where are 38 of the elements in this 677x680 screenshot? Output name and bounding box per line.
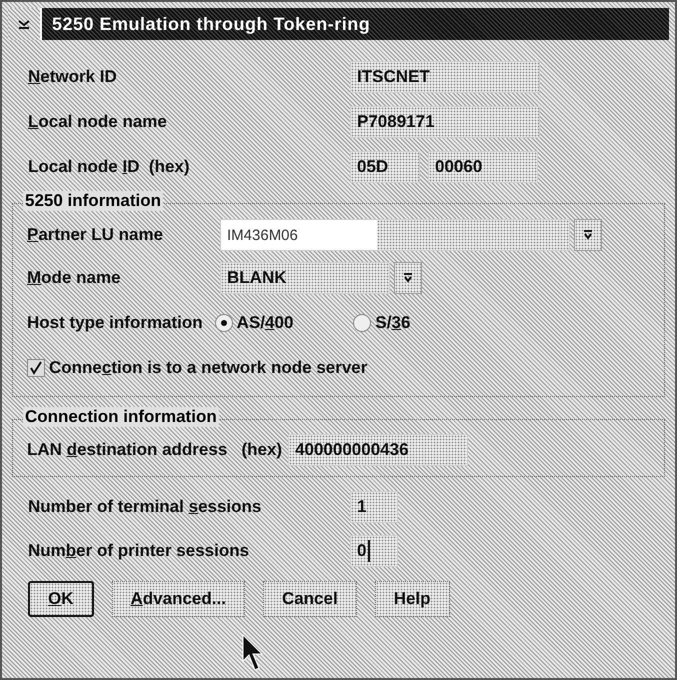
field-label: LAN destination address (hex)	[27, 440, 282, 460]
mouse-pointer-icon	[242, 634, 266, 672]
field-label: Number of printer sessions	[28, 541, 250, 561]
dropdown-arrow-icon	[403, 272, 413, 284]
dropdown-arrow-icon	[583, 229, 593, 241]
field-label: Partner LU name	[27, 225, 164, 245]
input-field[interactable]: 400000000436	[288, 434, 468, 466]
radio-label: AS/400	[236, 313, 294, 333]
field-label: Mode name	[27, 268, 122, 288]
field-label: Local node name	[28, 112, 168, 132]
input-field[interactable]: ITSCNET	[350, 60, 540, 92]
group-title: 5250 information	[23, 191, 164, 211]
menu-icon	[18, 19, 30, 29]
field-label: Network ID	[28, 66, 118, 86]
combo-field[interactable]: IM436M06	[220, 219, 570, 251]
field-label: Host type information	[27, 313, 203, 333]
radio-label: S/36	[375, 313, 410, 333]
checkbox[interactable]	[27, 359, 45, 377]
radio-button[interactable]	[353, 314, 372, 332]
input-field[interactable]: 1	[350, 491, 398, 523]
checkbox-label: Connection is to a network node server	[49, 358, 368, 378]
combo-field[interactable]: BLANK	[220, 262, 390, 294]
group-title: Connection information	[23, 407, 219, 427]
window-title: 5250 Emulation through Token-ring	[52, 14, 370, 34]
field-label: Number of terminal sessions	[28, 497, 262, 517]
input-field[interactable]: 05D	[350, 150, 420, 182]
radio-button[interactable]	[214, 314, 233, 332]
input-field[interactable]: 00060	[428, 150, 538, 182]
system-menu-button[interactable]	[8, 8, 42, 40]
dialog-button[interactable]: Help	[374, 581, 450, 617]
dialog-button[interactable]: Cancel	[262, 581, 357, 617]
input-field[interactable]: 0	[350, 535, 398, 567]
field-label: Local node ID (hex)	[28, 156, 191, 176]
dialog-button[interactable]: Advanced...	[112, 581, 245, 617]
dropdown-button[interactable]	[394, 262, 422, 294]
dropdown-button[interactable]	[574, 219, 602, 251]
dialog-button[interactable]: OK	[28, 581, 94, 617]
input-field[interactable]: P7089171	[350, 106, 540, 138]
